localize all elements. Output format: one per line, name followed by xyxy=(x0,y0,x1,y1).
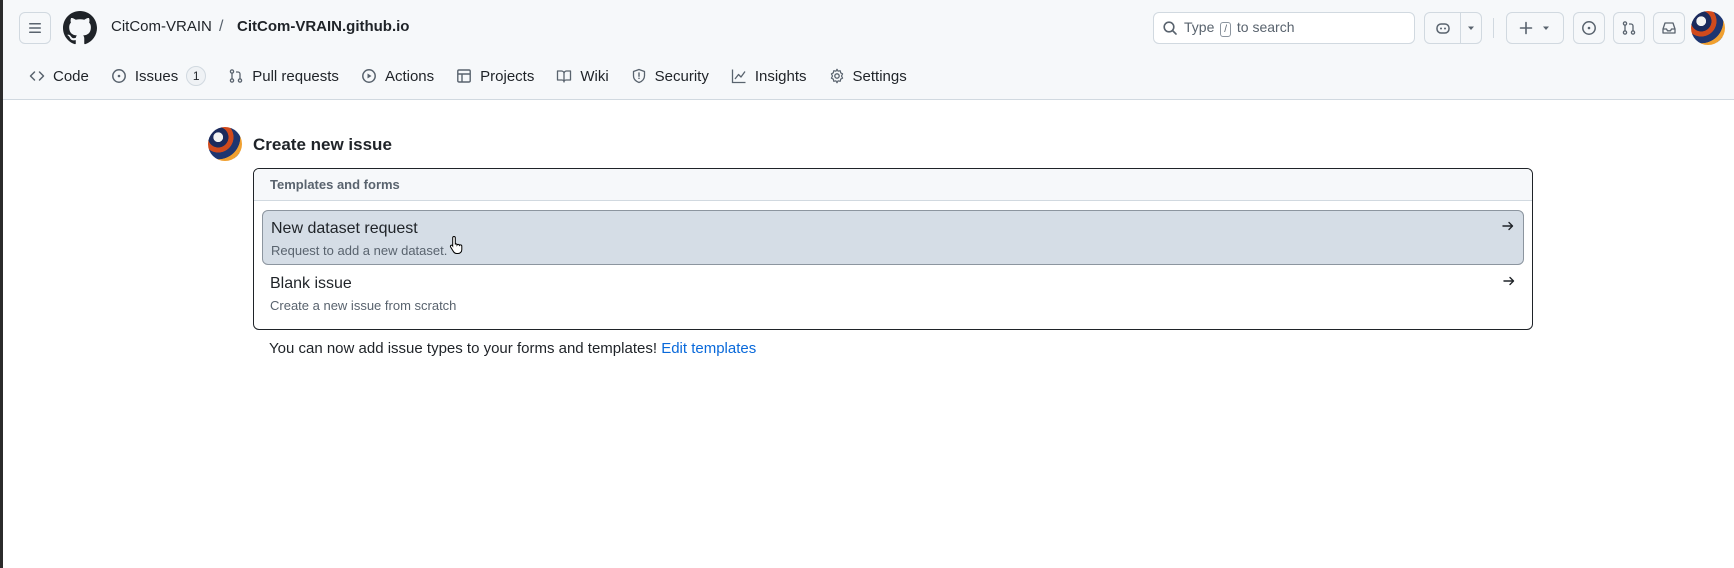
tab-insights[interactable]: Insights xyxy=(721,60,817,92)
plus-icon xyxy=(1519,21,1533,35)
graph-icon xyxy=(731,69,746,84)
search-placeholder-before: Type xyxy=(1184,19,1215,35)
tab-actions[interactable]: Actions xyxy=(351,60,444,92)
breadcrumb-separator: / xyxy=(219,18,224,35)
github-logo-icon[interactable] xyxy=(63,11,97,45)
menu-button[interactable] xyxy=(19,12,51,44)
issues-count-badge: 1 xyxy=(186,66,207,86)
copilot-button-group xyxy=(1424,12,1482,44)
triangle-down-icon xyxy=(1543,26,1549,30)
tab-wiki[interactable]: Wiki xyxy=(546,60,618,92)
play-icon xyxy=(361,69,376,83)
issue-template-chooser: Templates and forms New dataset request … xyxy=(253,168,1533,330)
tab-issues[interactable]: Issues 1 xyxy=(101,60,216,92)
author-avatar xyxy=(208,127,242,161)
search-placeholder: Type / to search xyxy=(1184,19,1295,37)
your-issues-button[interactable] xyxy=(1573,12,1605,44)
tab-settings[interactable]: Settings xyxy=(819,60,917,92)
hand-pointer-icon xyxy=(449,235,463,254)
issue-opened-icon xyxy=(111,69,126,83)
search-icon xyxy=(1163,21,1177,35)
arrow-right-icon xyxy=(1502,221,1514,231)
template-blank-issue[interactable]: Blank issue Create a new issue from scra… xyxy=(262,266,1524,321)
user-avatar[interactable] xyxy=(1691,11,1725,45)
tab-actions-label: Actions xyxy=(384,67,435,85)
tab-insights-label: Insights xyxy=(754,67,807,85)
create-new-button[interactable] xyxy=(1506,12,1564,44)
git-pull-request-icon xyxy=(1622,21,1636,35)
issue-opened-icon xyxy=(1582,21,1596,35)
table-icon xyxy=(457,69,472,83)
page-title: Create new issue xyxy=(253,135,392,154)
copilot-button[interactable] xyxy=(1425,13,1461,43)
breadcrumb-owner[interactable]: CitCom-VRAIN xyxy=(111,18,212,35)
search-shortcut-key: / xyxy=(1220,22,1232,37)
tab-security[interactable]: Security xyxy=(621,60,719,92)
search-input[interactable]: Type / to search xyxy=(1153,12,1415,44)
tab-projects[interactable]: Projects xyxy=(446,60,544,92)
header-divider xyxy=(1493,18,1494,38)
triangle-down-icon xyxy=(1468,26,1474,30)
app-header: CitCom-VRAIN / CitCom-VRAIN.github.io Ty… xyxy=(3,0,1734,100)
git-pull-request-icon xyxy=(229,69,243,83)
tab-wiki-label: Wiki xyxy=(580,67,609,85)
hamburger-icon xyxy=(29,23,41,33)
tab-code[interactable]: Code xyxy=(19,60,99,92)
tab-projects-label: Projects xyxy=(480,67,535,85)
inbox-icon xyxy=(1662,22,1676,34)
copilot-dropdown-button[interactable] xyxy=(1461,13,1481,43)
tab-pull-requests[interactable]: Pull requests xyxy=(218,60,349,92)
inbox-button[interactable] xyxy=(1653,12,1685,44)
top-bar: CitCom-VRAIN / CitCom-VRAIN.github.io Ty… xyxy=(3,0,1734,56)
template-title: Blank issue xyxy=(270,275,352,292)
template-description: Create a new issue from scratch xyxy=(270,298,457,313)
search-placeholder-after: to search xyxy=(1236,19,1295,35)
issue-types-note-text: You can now add issue types to your form… xyxy=(269,340,658,357)
breadcrumb-repo[interactable]: CitCom-VRAIN.github.io xyxy=(237,18,409,35)
repo-nav: Code Issues 1 Pull requests Actions Proj… xyxy=(19,58,919,94)
arrow-right-icon xyxy=(1503,276,1515,286)
tab-settings-label: Settings xyxy=(852,67,907,85)
tab-pull-requests-label: Pull requests xyxy=(252,67,339,85)
gear-icon xyxy=(830,68,843,84)
code-icon xyxy=(29,71,45,81)
issue-types-note: You can now add issue types to your form… xyxy=(269,340,756,357)
your-pull-requests-button[interactable] xyxy=(1613,12,1645,44)
copilot-icon xyxy=(1435,23,1450,34)
tab-code-label: Code xyxy=(53,67,89,85)
tab-security-label: Security xyxy=(654,67,709,85)
book-icon xyxy=(557,70,572,83)
shield-icon xyxy=(632,68,645,84)
templates-section-header: Templates and forms xyxy=(254,169,1532,201)
edit-templates-link[interactable]: Edit templates xyxy=(661,340,756,357)
tab-issues-label: Issues xyxy=(134,67,179,85)
